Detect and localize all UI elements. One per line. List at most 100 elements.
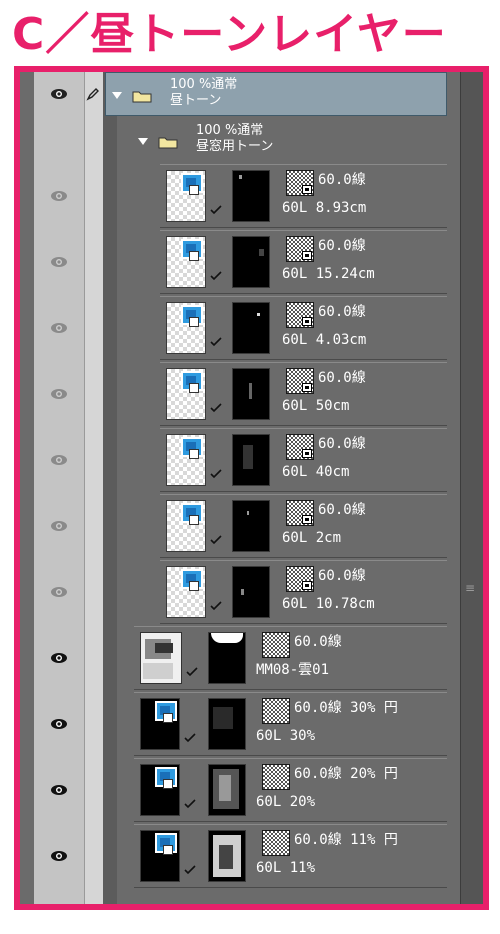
layer-row[interactable]: 60.0線 60L 2cm [20,494,471,558]
layer-info: 60L 8.93cm [282,200,367,216]
tone-icon [262,764,290,790]
tone-label: 60.0線 [318,502,366,518]
tone-label: 60.0線 20% 円 [294,766,398,782]
eye-icon[interactable] [50,652,68,664]
eye-icon[interactable] [50,190,68,202]
group-name-label: 昼窓用トーン [196,139,274,154]
layer-thumbnail [140,764,180,816]
check-icon [210,530,222,545]
group-blend-label: 100 %通常 [196,123,264,138]
check-icon [210,266,222,281]
layer-info: 60L 15.24cm [282,266,375,282]
tone-label: 60.0線 [318,370,366,386]
group-blend-label: 100 %通常 [170,77,238,92]
layer-thumbnail [140,830,180,882]
layer-panel: ≡ 100 %通常 昼トーン 100 %通常 昼窓用トーン 60.0線 60L … [20,72,483,904]
eye-icon[interactable] [50,454,68,466]
layer-row[interactable]: 60.0線 60L 8.93cm [20,164,471,228]
tone-icon [286,434,314,460]
layer-info: 60L 2cm [282,530,342,546]
eye-icon[interactable] [50,784,68,796]
layer-row[interactable]: 60.0線 60L 15.24cm [20,230,471,294]
check-icon [184,794,196,809]
tone-icon [286,302,314,328]
eye-icon[interactable] [50,388,68,400]
layer-info: 60L 30% [256,728,316,744]
layer-group-row[interactable]: 100 %通常 昼窓用トーン [20,118,471,162]
layer-row[interactable]: 60.0線 60L 10.78cm [20,560,471,624]
layer-row[interactable]: 60.0線 60L 40cm [20,428,471,492]
layer-thumbnail [166,368,206,420]
tone-label: 60.0線 11% 円 [294,832,398,848]
layer-thumbnail [140,632,182,684]
folder-icon [132,88,152,103]
check-icon [184,860,196,875]
eye-icon[interactable] [50,718,68,730]
tone-label: 60.0線 [318,238,366,254]
tone-icon [286,500,314,526]
mask-thumbnail [232,368,270,420]
tone-icon [286,236,314,262]
check-icon [210,596,222,611]
eye-icon[interactable] [50,850,68,862]
tone-icon [262,698,290,724]
layer-info: 60L 10.78cm [282,596,375,612]
tone-label: 60.0線 [318,172,366,188]
layer-thumbnail [166,236,206,288]
mask-thumbnail [232,500,270,552]
eye-icon[interactable] [50,256,68,268]
pen-icon[interactable] [86,86,100,101]
tone-icon [262,632,290,658]
layer-row[interactable]: 60.0線 60L 50cm [20,362,471,426]
tone-label: 60.0線 [318,304,366,320]
layer-row[interactable]: 60.0線 11% 円 60L 11% [20,824,471,888]
layer-group-row[interactable]: 100 %通常 昼トーン [20,72,471,116]
mask-thumbnail [232,236,270,288]
mask-thumbnail [232,566,270,618]
mask-thumbnail [208,764,246,816]
layer-info: 60L 4.03cm [282,332,367,348]
expand-triangle-icon[interactable] [112,92,122,99]
mask-thumbnail [232,434,270,486]
mask-thumbnail [232,170,270,222]
layer-info: 60L 50cm [282,398,350,414]
tone-label: 60.0線 [318,568,366,584]
layer-info: 60L 11% [256,860,316,876]
mask-thumbnail [208,632,246,684]
eye-icon[interactable] [50,586,68,598]
check-icon [210,464,222,479]
layer-thumbnail [166,500,206,552]
layer-row[interactable]: 60.0線 20% 円 60L 20% [20,758,471,822]
expand-triangle-icon[interactable] [138,138,148,145]
check-icon [184,728,196,743]
page-title: C／昼トーンレイヤー [12,9,447,60]
layer-row[interactable]: 60.0線 60L 4.03cm [20,296,471,360]
mask-thumbnail [232,302,270,354]
tone-icon [286,566,314,592]
check-icon [210,332,222,347]
eye-icon[interactable] [50,88,68,100]
tone-label: 60.0線 30% 円 [294,700,398,716]
layer-info: 60L 40cm [282,464,350,480]
eye-icon[interactable] [50,520,68,532]
check-icon [186,662,198,677]
layer-panel-frame: ≡ 100 %通常 昼トーン 100 %通常 昼窓用トーン 60.0線 60L … [14,66,489,910]
tone-icon [286,368,314,394]
layer-row[interactable]: 60.0線 MM08-雲01 [20,626,471,690]
layer-thumbnail [166,434,206,486]
layer-row[interactable]: 60.0線 30% 円 60L 30% [20,692,471,756]
folder-icon [158,134,178,149]
selected-group-highlight [105,72,447,116]
tone-icon [262,830,290,856]
eye-icon[interactable] [50,322,68,334]
mask-thumbnail [208,830,246,882]
check-icon [210,398,222,413]
group-name-label: 昼トーン [170,93,222,108]
layer-thumbnail [166,170,206,222]
layer-info: 60L 20% [256,794,316,810]
layer-thumbnail [166,302,206,354]
layer-thumbnail [166,566,206,618]
mask-thumbnail [208,698,246,750]
check-icon [210,200,222,215]
tone-label: 60.0線 [294,634,342,650]
